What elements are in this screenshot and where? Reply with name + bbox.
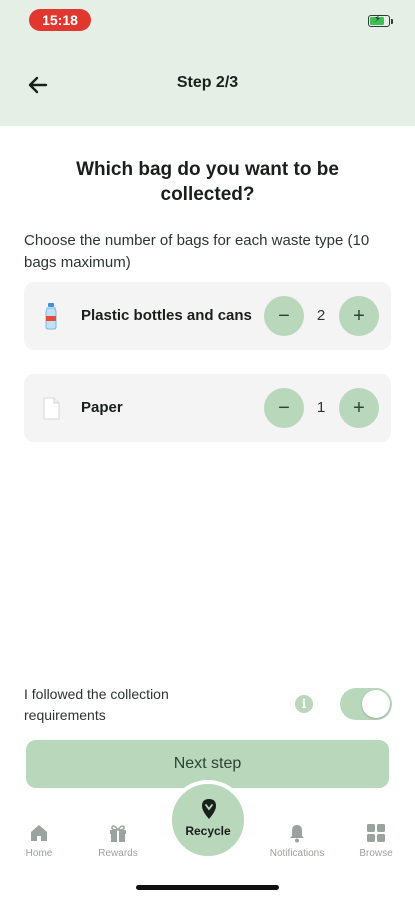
- tab-rewards[interactable]: Rewards: [83, 822, 153, 859]
- decrease-button[interactable]: −: [264, 296, 304, 336]
- increase-button[interactable]: +: [339, 296, 379, 336]
- grid-icon: [367, 824, 385, 842]
- toggle-knob: [362, 690, 390, 718]
- paper-icon: [43, 397, 60, 420]
- gift-icon: [110, 825, 126, 842]
- question-heading: Which bag do you want to be collected?: [76, 159, 339, 205]
- info-icon[interactable]: i: [295, 695, 313, 713]
- home-icon: [31, 825, 47, 841]
- tab-notifications[interactable]: Notifications: [262, 822, 332, 859]
- battery-tip: [391, 19, 393, 24]
- tab-label: Rewards: [98, 848, 138, 859]
- recycle-label: Recycle: [185, 824, 231, 838]
- waste-item-plastic: Plastic bottles and cans − 2 +: [24, 282, 391, 350]
- tab-label: Notifications: [269, 848, 325, 859]
- item-count: 2: [316, 307, 326, 324]
- item-count: 1: [316, 399, 326, 416]
- tab-browse[interactable]: Browse: [341, 822, 411, 859]
- increase-button[interactable]: +: [339, 388, 379, 428]
- instruction-text: Choose the number of bags for each waste…: [24, 232, 370, 271]
- header: 15:18 ⚡ Step 2/3: [0, 0, 415, 126]
- page-title: Step 2/3: [176, 74, 239, 91]
- battery-icon: ⚡: [368, 14, 390, 27]
- tab-label: Browse: [359, 848, 393, 859]
- waste-item-paper: Paper − 1 +: [24, 374, 391, 442]
- requirements-toggle[interactable]: [340, 688, 392, 720]
- recycle-icon: [202, 799, 216, 819]
- recycle-button[interactable]: Recycle: [168, 780, 248, 860]
- plastic-bottle-icon: [45, 303, 57, 330]
- tab-label: Home: [25, 848, 53, 859]
- item-label: Paper: [81, 399, 123, 416]
- decrease-button[interactable]: −: [264, 388, 304, 428]
- home-indicator: [136, 885, 279, 890]
- confirmation-label: I followed the collection requirements: [24, 686, 169, 723]
- tab-home[interactable]: Home: [4, 822, 74, 859]
- status-time: 15:18: [29, 9, 91, 31]
- item-label: Plastic bottles and cans: [81, 307, 252, 324]
- bell-icon: [290, 825, 304, 843]
